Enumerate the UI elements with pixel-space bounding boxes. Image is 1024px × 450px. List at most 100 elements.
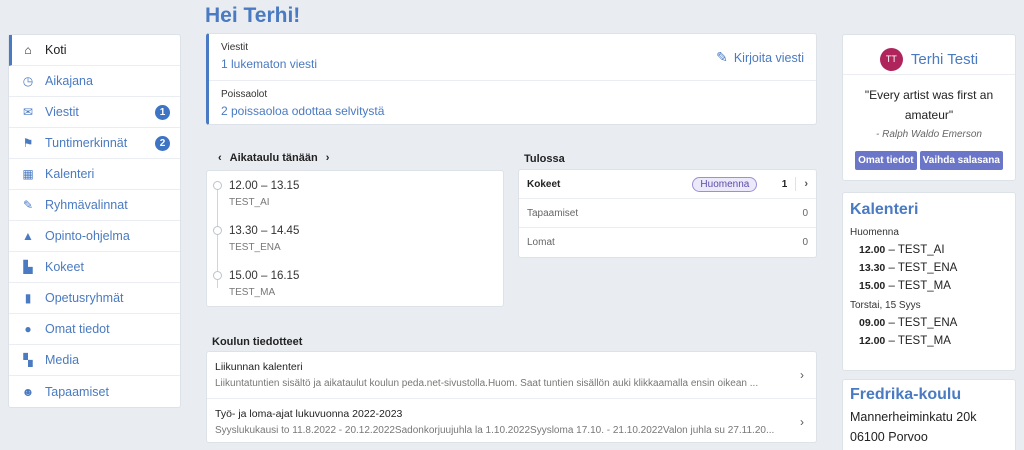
school-name: Fredrika-koulu [850,386,962,403]
calendar-card: Kalenteri Huomenna 12.00 – TEST_AI 13.30… [842,192,1016,371]
entry-course: TEST_AI [897,244,945,256]
sidebar-item-aikajana[interactable]: ◷ Aikajana [9,66,180,97]
chevron-right-icon[interactable]: › [800,368,804,382]
avatar: TT [879,47,903,71]
sidebar-item-tuntimerkinnat[interactable]: ⚑ Tuntimerkinnät 2 [9,128,180,159]
slot-time: 15.00 – 16.15 [229,270,300,282]
chevron-right-icon[interactable]: › [326,152,330,164]
write-message-label: Kirjoita viesti [733,50,804,65]
sidebar-item-koti[interactable]: ⌂ Koti [9,35,180,66]
upcoming-title: Tulossa [524,153,565,165]
clock-icon: ◷ [22,74,34,88]
sidebar-item-kokeet[interactable]: ▙ Kokeet [9,252,180,283]
slot-time: 12.00 – 13.15 [229,180,300,192]
upcoming-label: Lomat [527,237,555,248]
change-password-button[interactable]: Vaihda salasana [919,151,1003,170]
chevron-left-icon[interactable]: ‹ [218,152,222,164]
entry-time: 15.00 [859,280,886,292]
news-item-title: Liikunnan kalenteri [215,361,303,373]
sidebar-item-kalenteri[interactable]: ▦ Kalenteri [9,159,180,190]
chevron-right-icon[interactable]: › [800,415,804,429]
news-card: Liikunnan kalenteri Liikuntatuntien sisä… [206,351,817,443]
calendar-icon: ▦ [22,167,34,181]
calendar-day-label: Torstai, 15 Syys [850,300,921,311]
calendar-entry[interactable]: 13.30 – TEST_ENA [859,262,1008,274]
write-message-button[interactable]: ✎ Kirjoita viesti [716,49,804,66]
calendar-day-label: Huomenna [850,227,899,238]
upcoming-count: 1 [781,178,788,190]
book-icon: ▮ [24,291,32,305]
sidebar-item-tapaamiset[interactable]: ☻ Tapaamiset [9,376,180,407]
calendar-entry[interactable]: 12.00 – TEST_MA [859,335,1008,347]
schedule-slot[interactable]: 12.00 – 13.15 TEST_AI [229,180,299,208]
sidebar-item-viestit[interactable]: ✉ Viestit 1 [9,97,180,128]
calendar-entry[interactable]: 09.00 – TEST_ENA [859,317,1008,329]
entry-time: 13.30 [859,262,886,274]
upcoming-row-holidays: Lomat 0 [519,228,816,257]
sidebar-item-label: Viestit [45,105,79,119]
upcoming-row-meetings: Tapaamiset 0 [519,199,816,228]
entry-time: 09.00 [859,317,886,329]
flag-icon: ⚑ [22,136,34,150]
school-card: Fredrika-koulu Mannerheiminkatu 20k 0610… [842,379,1016,450]
quote-author: - Ralph Waldo Emerson [876,129,982,140]
my-info-button[interactable]: Omat tiedot [855,151,917,170]
news-item-body: Syyslukukausi to 11.8.2022 - 20.12.2022S… [215,425,775,436]
news-item-body: Liikuntatuntien sisältö ja aikataulut ko… [215,378,759,389]
absences-link[interactable]: 2 poissaoloa odottaa selvitystä [221,104,804,118]
messages-row: Viestit 1 lukematon viesti ✎ Kirjoita vi… [209,34,816,80]
timeline-dot [213,226,222,235]
sidebar-item-opinto-ohjelma[interactable]: ▲ Opinto-ohjelma [9,221,180,252]
sidebar-item-label: Tapaamiset [45,384,109,399]
profile-name: Terhi Testi [910,50,979,68]
schedule-header: ‹ Aikataulu tänään › [218,152,329,164]
slot-course: TEST_MA [229,287,276,298]
entry-time: 12.00 [859,335,886,347]
entry-course: TEST_MA [897,335,951,347]
chevron-right-icon[interactable]: › [804,178,808,190]
upcoming-label: Kokeet [527,178,561,190]
sidebar-item-ryhmavalinnat[interactable]: ✎ Ryhmävalinnat [9,190,180,221]
news-item[interactable]: Työ- ja loma-ajat lukuvuonna 2022-2023 S… [207,398,816,444]
sidebar-item-media[interactable]: ▚ Media [9,345,180,376]
upcoming-card: Kokeet Huomenna 1 › Tapaamiset 0 Lomat 0 [518,169,817,258]
slot-course: TEST_ENA [229,242,281,253]
schedule-slot[interactable]: 15.00 – 16.15 TEST_MA [229,270,299,298]
sidebar-item-omat-tiedot[interactable]: ● Omat tiedot [9,314,180,345]
slot-course: TEST_AI [229,197,270,208]
entry-course: TEST_ENA [897,262,958,274]
sidebar-item-label: Aikajana [45,74,93,88]
entry-course: TEST_MA [897,280,951,292]
tomorrow-tag: Huomenna [692,176,758,192]
page-greeting: Hei Terhi! [205,4,301,27]
sidebar-item-opetusryhmat[interactable]: ▮ Opetusryhmät [9,283,180,314]
marks-badge: 2 [155,135,170,151]
notifications-card: Viestit 1 lukematon viesti ✎ Kirjoita vi… [206,33,817,125]
upcoming-row-exams[interactable]: Kokeet Huomenna 1 › [519,170,816,199]
home-icon: ⌂ [24,43,32,57]
schedule-card: 12.00 – 13.15 TEST_AI 13.30 – 14.45 TEST… [206,170,504,307]
news-title: Koulun tiedotteet [212,336,303,348]
graduation-cap-icon: ▲ [22,229,34,243]
sidebar-item-label: Opetusryhmät [45,291,124,305]
media-icon: ▚ [23,353,33,367]
school-city: 06100 Porvoo [850,430,928,444]
timeline-dot [213,271,222,280]
calendar-entry[interactable]: 15.00 – TEST_MA [859,280,1008,292]
profile-buttons: Omat tiedot Vaihda salasana [843,151,1015,170]
sidebar-item-label: Kokeet [45,260,84,274]
schedule-slot[interactable]: 13.30 – 14.45 TEST_ENA [229,225,299,253]
sidebar-item-label: Kalenteri [45,167,95,181]
timeline-dot [213,181,222,190]
news-item[interactable]: Liikunnan kalenteri Liikuntatuntien sisä… [207,352,816,398]
calendar-title[interactable]: Kalenteri [850,201,1008,219]
entry-course: TEST_ENA [897,317,958,329]
upcoming-label: Tapaamiset [527,207,579,219]
upcoming-count: 0 [802,207,808,219]
absences-title: Poissaolot [221,89,268,100]
pencil-icon: ✎ [22,198,34,212]
pencil-icon: ✎ [716,49,728,65]
profile-quote: "Every artist was first an amateur" [864,88,994,122]
calendar-entry[interactable]: 12.00 – TEST_AI [859,244,1008,256]
sidebar-item-label: Media [45,353,80,367]
